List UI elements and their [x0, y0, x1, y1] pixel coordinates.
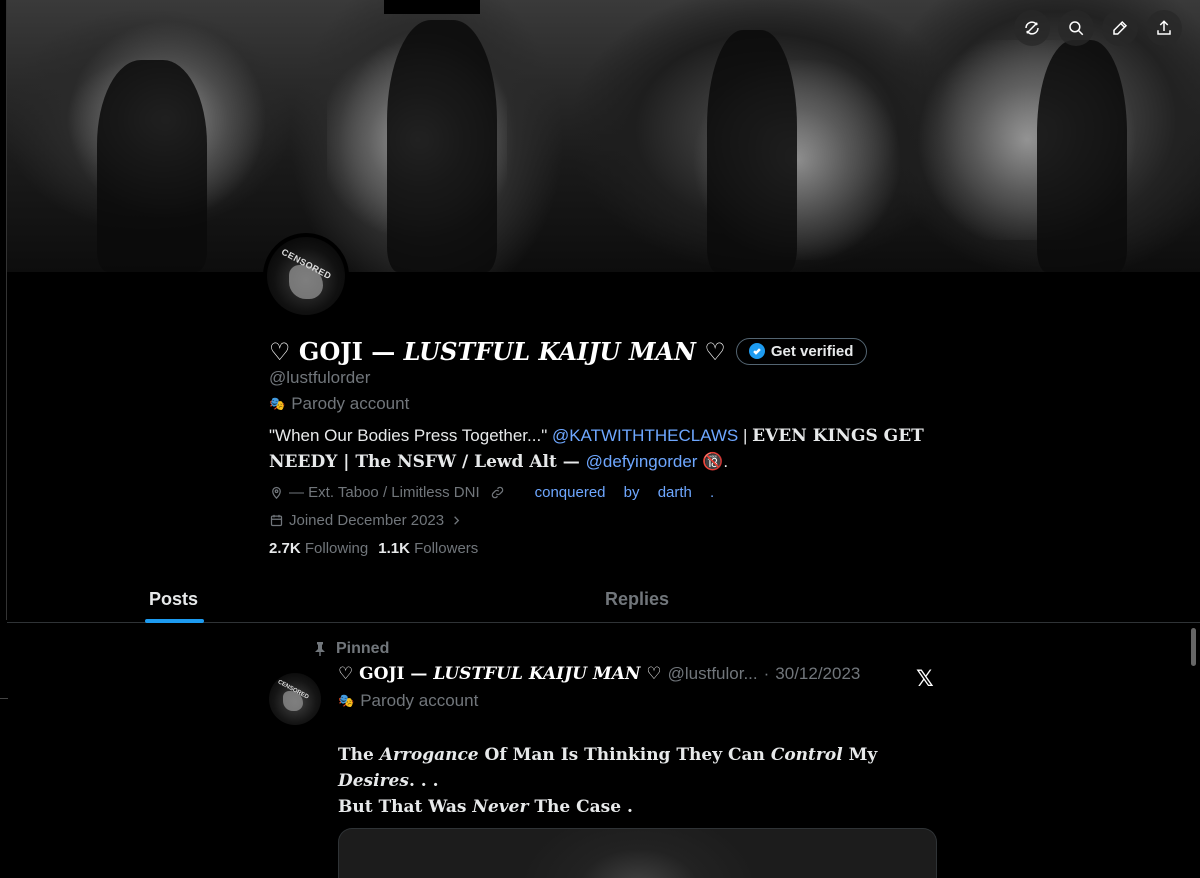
get-verified-label: Get verified [770, 342, 854, 360]
bio-mention-link[interactable]: @defyingorder [586, 452, 698, 471]
post-date[interactable]: 30/12/2023 [775, 664, 860, 684]
post-author-name[interactable]: ♡ GOJI — LUSTFUL KAIJU MAN ♡ [338, 664, 662, 684]
bio-text: | [738, 426, 753, 445]
post-author-name-suffix: ♡ [640, 664, 662, 684]
bio-mention-link[interactable]: @KATWITHTHECLAWS [552, 426, 738, 445]
post-avatar[interactable]: CENSORED [269, 673, 321, 725]
post-text-line-1: The Arrogance Of Man Is Thinking They Ca… [338, 742, 938, 794]
pinned-label: Pinned [336, 640, 390, 657]
location-item: — Ext. Taboo / Limitless DNI [269, 484, 480, 501]
post-parody-label: Parody account [360, 691, 479, 710]
display-name-italic: LUSTFUL KAIJU MAN [403, 336, 696, 366]
verified-badge-icon [748, 343, 765, 359]
follow-stats: 2.7K Following 1.1K Followers [269, 540, 989, 557]
post-text-italic: Control [770, 745, 843, 765]
name-row: ♡ GOJI — LUSTFUL KAIJU MAN ♡ Get verifie… [269, 334, 989, 368]
post-text-italic: Arrogance [379, 745, 479, 765]
location-pin-icon [272, 486, 281, 499]
post-author-handle[interactable]: @lustfulor... [668, 664, 758, 684]
post-text-span: Of Man Is Thinking They Can [478, 745, 771, 765]
post-text-span: My [842, 745, 878, 765]
header-actions [1014, 10, 1182, 46]
get-verified-button[interactable]: Get verified [735, 337, 868, 365]
location-text: — Ext. Taboo / Limitless DNI [289, 483, 480, 501]
tab-posts[interactable]: Posts [149, 575, 198, 623]
display-name-prefix: ♡ GOJI — [269, 336, 404, 366]
post-media-image[interactable] [338, 828, 937, 878]
post-text-span: But That Was [338, 797, 473, 817]
banner-topbar [384, 0, 480, 14]
profile-info: ♡ GOJI — LUSTFUL KAIJU MAN ♡ Get verifie… [269, 334, 989, 558]
parody-mask-icon: 🎭 [338, 693, 355, 708]
post-text-span: The Case . [528, 797, 633, 817]
banner-figure [387, 20, 497, 272]
post-text-span: . . . [408, 771, 439, 791]
tab-replies[interactable]: Replies [605, 575, 669, 623]
profile-avatar[interactable]: CENSORED [263, 233, 349, 319]
post-text-line-2: But That Was Never The Case . [338, 794, 938, 820]
joined-date-text: Joined December 2023 [289, 511, 445, 529]
post-header: ♡ GOJI — LUSTFUL KAIJU MAN ♡ @lustfulor.… [338, 664, 860, 684]
post-parody-row: 🎭 Parody account [338, 691, 478, 711]
parody-label-row: 🎭 Parody account [269, 394, 989, 414]
active-tab-indicator [145, 619, 204, 623]
edit-icon[interactable] [1102, 10, 1138, 46]
unfollow-sync-icon[interactable] [1014, 10, 1050, 46]
parody-mask-icon: 🎭 [269, 396, 286, 411]
display-name: ♡ GOJI — LUSTFUL KAIJU MAN ♡ [269, 337, 726, 366]
followers-label: Followers [414, 540, 479, 557]
search-icon[interactable] [1058, 10, 1094, 46]
post-text-italic: Never [472, 797, 529, 817]
scrollbar-thumb[interactable] [1191, 628, 1196, 666]
joined-date-row: Joined December 2023 [269, 507, 989, 533]
profile-tabs: Posts Replies [7, 575, 1200, 623]
followers-link[interactable]: 1.1K Followers [378, 540, 478, 557]
post-author-name-prefix: ♡ GOJI — [338, 664, 434, 684]
following-link[interactable]: 2.7K Following [269, 540, 368, 557]
share-icon[interactable] [1146, 10, 1182, 46]
website-item: conquered by darth . [490, 484, 715, 501]
following-count: 2.7K [269, 540, 301, 557]
parody-label: Parody account [291, 394, 410, 413]
bio-text: 🔞. [697, 452, 729, 471]
pinned-indicator: Pinned [314, 640, 389, 658]
x-logo-icon: 𝕏 [916, 666, 934, 691]
link-icon [491, 486, 503, 498]
profile-handle: @lustfulorder [269, 368, 371, 387]
post-text-span: The [338, 745, 380, 765]
profile-bio: "When Our Bodies Press Together..." @KAT… [269, 423, 989, 475]
post-text: The Arrogance Of Man Is Thinking They Ca… [338, 742, 938, 820]
post-separator: · [763, 664, 770, 683]
bio-text: "When Our Bodies Press Together..." [269, 426, 552, 445]
profile-meta: — Ext. Taboo / Limitless DNI conquered b… [269, 479, 989, 505]
window-edge-line [0, 698, 8, 699]
following-label: Following [304, 540, 369, 557]
banner-figure [97, 60, 207, 272]
pin-icon [315, 642, 325, 656]
calendar-icon [270, 514, 283, 526]
banner-figure [1037, 40, 1127, 272]
website-link[interactable]: conquered by darth . [535, 484, 715, 501]
banner-figure [707, 30, 797, 272]
followers-count: 1.1K [378, 540, 410, 557]
post-text-italic: Desires [338, 771, 409, 791]
display-name-suffix: ♡ [695, 336, 726, 366]
chevron-right-icon[interactable] [449, 513, 464, 528]
post-author-name-italic: LUSTFUL KAIJU MAN [433, 664, 641, 684]
